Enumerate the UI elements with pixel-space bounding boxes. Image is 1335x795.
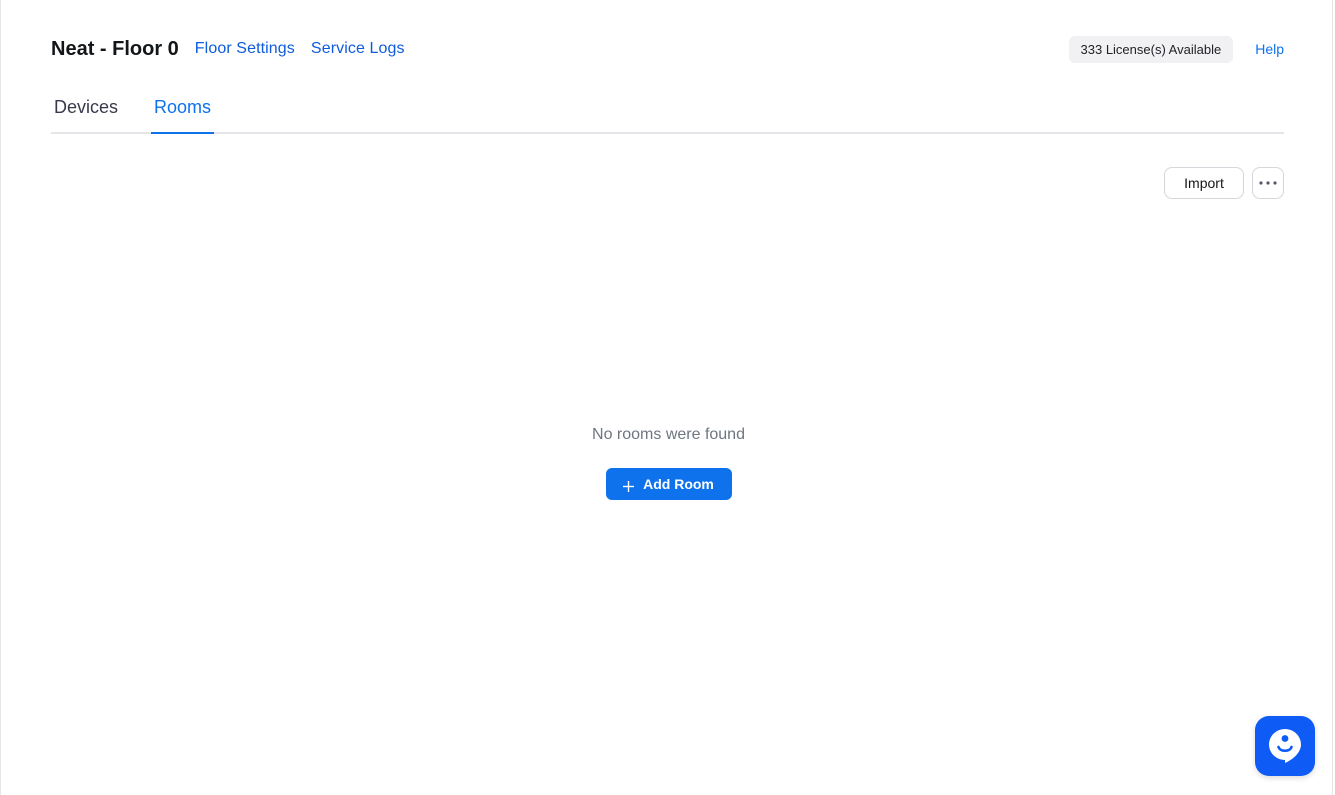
tab-bar: Devices Rooms (51, 86, 1284, 134)
app-frame: Neat - Floor 0 Floor Settings Service Lo… (0, 0, 1333, 795)
more-options-button[interactable] (1252, 167, 1284, 199)
help-link[interactable]: Help (1255, 41, 1284, 57)
empty-state-message: No rooms were found (592, 426, 745, 443)
floor-settings-link[interactable]: Floor Settings (195, 40, 295, 58)
add-room-label: Add Room (643, 476, 714, 492)
plus-icon (623, 479, 635, 492)
empty-state: No rooms were found Add Room (1, 424, 1335, 500)
rooms-toolbar: Import (1164, 167, 1284, 199)
page-header: Neat - Floor 0 Floor Settings Service Lo… (51, 35, 1284, 63)
tab-rooms[interactable]: Rooms (151, 86, 215, 134)
service-logs-link[interactable]: Service Logs (311, 40, 405, 58)
tab-devices[interactable]: Devices (54, 86, 118, 134)
page-title: Neat - Floor 0 (51, 37, 179, 60)
chat-assistant-button[interactable] (1255, 716, 1315, 776)
license-badge: 333 License(s) Available (1068, 35, 1234, 63)
chat-bot-icon (1268, 728, 1302, 764)
add-room-button[interactable]: Add Room (605, 468, 732, 500)
import-button[interactable]: Import (1164, 167, 1244, 199)
ellipsis-icon (1259, 181, 1277, 185)
